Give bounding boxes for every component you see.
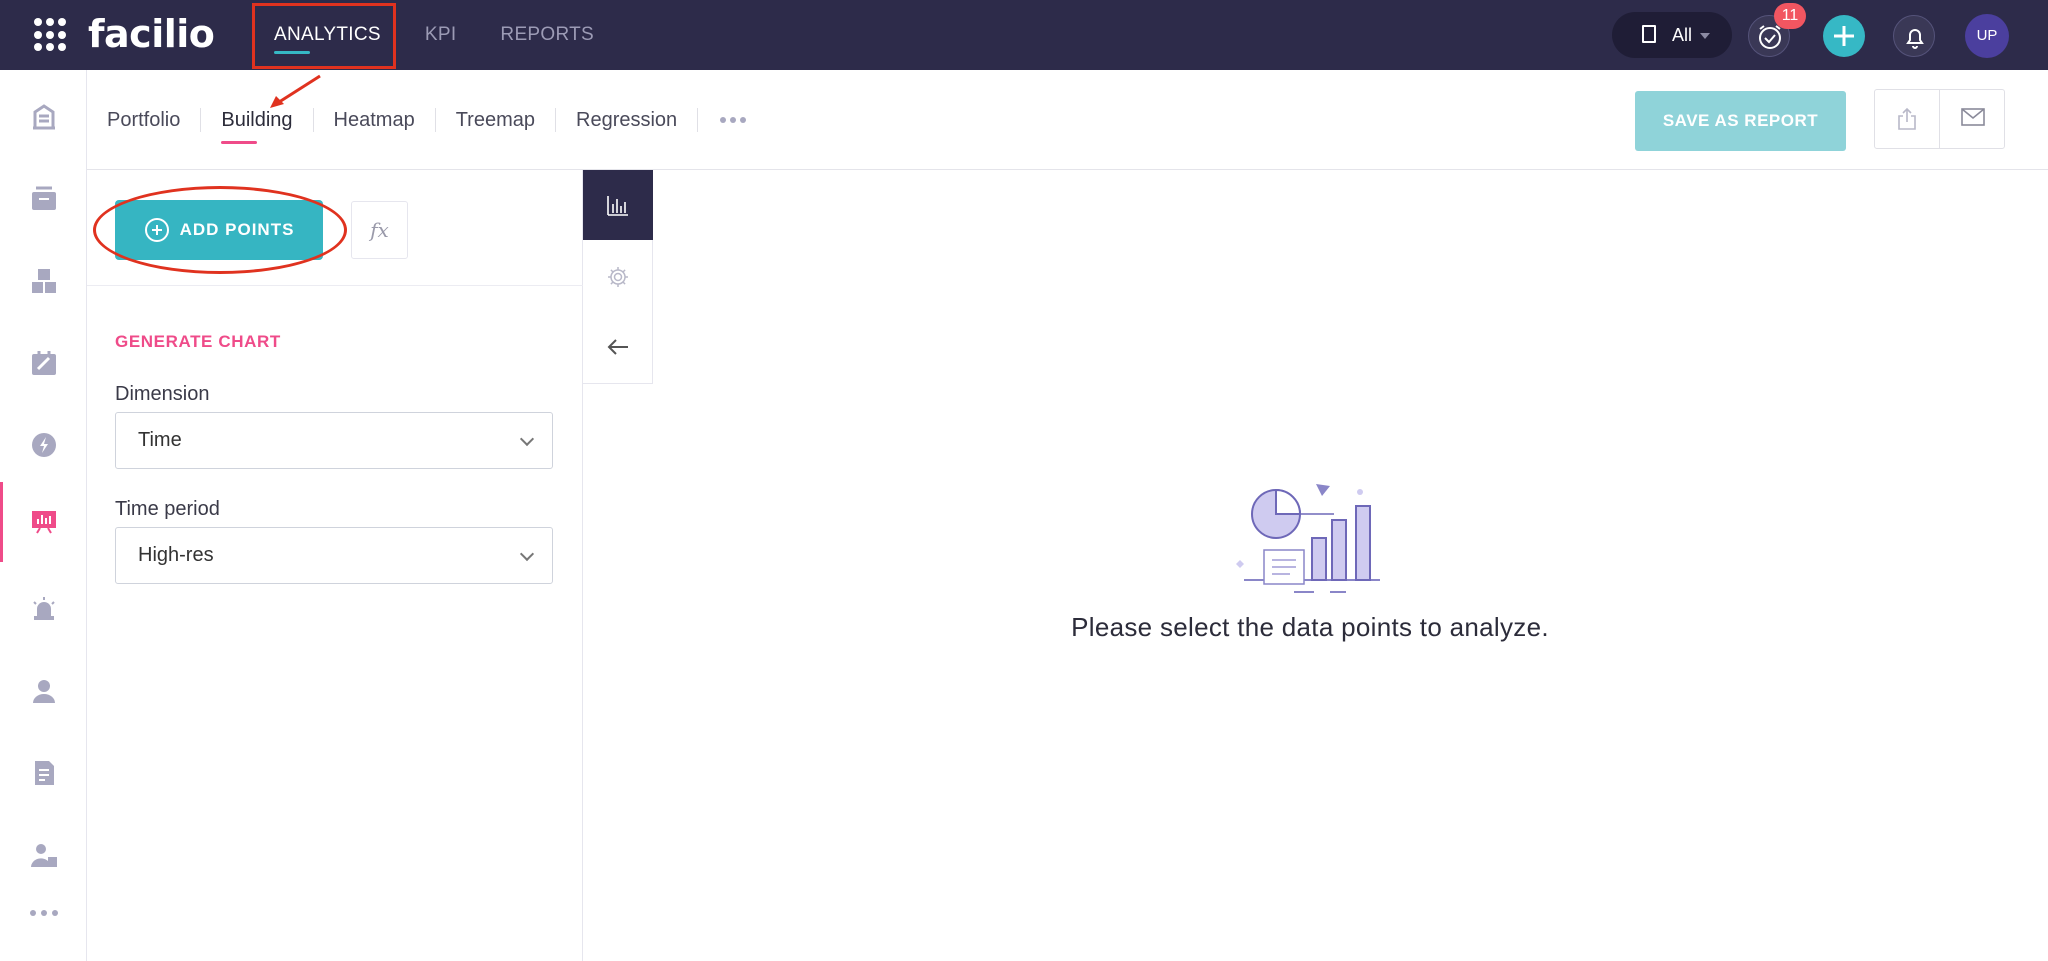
tab-treemap[interactable]: Treemap xyxy=(436,108,556,132)
chart-view-button[interactable] xyxy=(583,170,653,240)
generate-chart-title: GENERATE CHART xyxy=(115,332,281,351)
alarm-count-badge: 11 xyxy=(1774,3,1806,29)
time-period-label: Time period xyxy=(115,498,220,520)
export-button[interactable] xyxy=(1875,90,1940,148)
site-filter-value: All xyxy=(1672,25,1693,45)
caret-down-icon xyxy=(1700,33,1710,39)
empty-state-message: Please select the data points to analyze… xyxy=(1071,612,1549,642)
sidebar-item-requests[interactable] xyxy=(0,168,87,230)
dimension-label: Dimension xyxy=(115,383,210,405)
sidebar-item-technicians[interactable] xyxy=(0,824,87,886)
sidebar-more-button[interactable] xyxy=(30,910,58,918)
add-points-label: ADD POINTS xyxy=(179,220,295,239)
bell-icon xyxy=(1906,29,1924,49)
user-avatar[interactable]: UP xyxy=(1965,14,2009,58)
chevron-down-icon xyxy=(519,546,535,562)
sidebar-item-alarms[interactable] xyxy=(0,578,87,640)
dimension-select[interactable]: Time xyxy=(115,412,553,469)
tab-portfolio[interactable]: Portfolio xyxy=(87,108,202,132)
quick-create-button[interactable] xyxy=(1823,15,1865,57)
gear-icon xyxy=(608,267,628,287)
technician-icon xyxy=(31,844,57,867)
topnav-kpi[interactable]: KPI xyxy=(403,0,479,70)
chart-config-panel: ADD POINTS fx GENERATE CHART Dimension T… xyxy=(87,170,583,961)
time-period-select[interactable]: High-res xyxy=(115,527,553,584)
collapse-panel-button[interactable] xyxy=(583,312,653,382)
inbox-icon xyxy=(32,186,56,210)
plus-circle-icon xyxy=(145,218,169,242)
analytics-highlight-box xyxy=(252,3,396,69)
sidebar-item-portfolio[interactable] xyxy=(0,86,87,148)
site-filter-dropdown[interactable]: All xyxy=(1612,12,1732,58)
building-stack-icon xyxy=(33,104,55,130)
sidebar-item-people[interactable] xyxy=(0,660,87,722)
people-icon xyxy=(33,680,55,703)
email-button[interactable] xyxy=(1940,90,2005,148)
bar-chart-icon xyxy=(607,196,628,216)
tab-building[interactable]: Building xyxy=(201,108,314,144)
share-actions xyxy=(1874,89,2005,149)
analytics-board-icon xyxy=(32,511,56,534)
plus-icon xyxy=(1834,26,1854,46)
chart-tool-strip xyxy=(583,170,653,384)
notifications-button[interactable] xyxy=(1893,15,1935,57)
save-as-report-button[interactable]: SAVE AS REPORT xyxy=(1635,91,1846,151)
topnav-reports[interactable]: REPORTS xyxy=(478,0,616,70)
tab-heatmap[interactable]: Heatmap xyxy=(314,108,436,132)
mail-icon xyxy=(1960,108,1985,126)
dimension-value: Time xyxy=(138,429,182,451)
sidebar-item-energy[interactable] xyxy=(0,414,87,476)
energy-icon xyxy=(32,433,56,457)
sidebar-item-workorders[interactable] xyxy=(0,332,87,394)
arrow-left-icon xyxy=(607,339,628,355)
empty-chart-illustration-icon xyxy=(1236,484,1380,593)
building-icon xyxy=(1642,25,1656,43)
analytics-tabs: Portfolio Building Heatmap Treemap Regre… xyxy=(87,70,747,170)
sidebar-item-analytics[interactable] xyxy=(0,482,87,562)
sidebar-item-assets[interactable] xyxy=(0,250,87,312)
analytics-subheader: Portfolio Building Heatmap Treemap Regre… xyxy=(87,70,2048,170)
share-upload-icon xyxy=(1898,107,1916,130)
add-points-button[interactable]: ADD POINTS xyxy=(115,200,323,260)
time-period-value: High-res xyxy=(138,544,214,566)
formula-button[interactable]: fx xyxy=(351,201,408,259)
app-launcher-grid-icon[interactable] xyxy=(34,18,68,52)
invoice-icon xyxy=(35,761,54,785)
more-tabs-icon[interactable] xyxy=(698,117,747,123)
left-sidebar xyxy=(0,70,87,961)
data-points-toolbar: ADD POINTS fx xyxy=(87,170,583,286)
alarm-siren-icon xyxy=(33,597,55,620)
chevron-down-icon xyxy=(519,431,535,447)
facilio-logo[interactable]: facilio xyxy=(88,12,215,56)
tab-regression[interactable]: Regression xyxy=(556,108,699,132)
sidebar-item-invoices[interactable] xyxy=(0,742,87,804)
workorder-tools-icon xyxy=(32,351,56,375)
assets-icon xyxy=(32,269,56,293)
top-bar: facilio ANALYTICS KPI REPORTS All 11 UP xyxy=(0,0,2048,70)
chart-settings-button[interactable] xyxy=(583,242,653,312)
